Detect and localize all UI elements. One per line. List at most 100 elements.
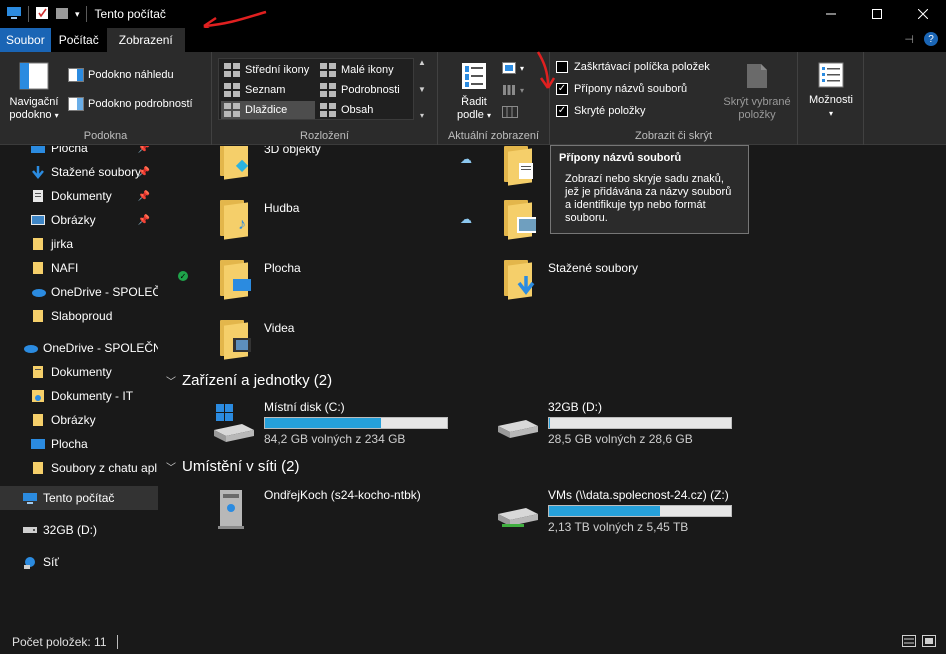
nav-item-drive-d[interactable]: 32GB (D:) <box>0 518 158 542</box>
group-by-icon <box>502 62 516 74</box>
nav-item-documents[interactable]: Dokumenty 📌 <box>0 184 158 208</box>
folder-music[interactable]: ♪ Hudba <box>218 196 299 240</box>
nav-item-slaboproud[interactable]: Slaboproud <box>0 304 158 328</box>
preview-pane-button[interactable]: Podokno náhledu <box>68 68 174 82</box>
layout-small-icons[interactable]: Malé ikony <box>317 61 397 79</box>
add-columns-button[interactable]: ▾ <box>502 84 524 96</box>
nav-item-documents-it[interactable]: Dokumenty - IT <box>0 384 158 408</box>
nav-item-chat-files[interactable]: Soubory z chatu apl <box>0 456 158 480</box>
view-switcher <box>902 634 936 650</box>
nav-item-downloads[interactable]: Stažené soubory 📌 <box>0 160 158 184</box>
sort-by-button[interactable]: Řadit podle ▾ <box>452 62 496 122</box>
layout-details-label: Podrobnosti <box>341 84 400 96</box>
hide-selected-items-button[interactable]: Skrýt vybrané položky <box>720 62 794 122</box>
folder-documents[interactable] <box>502 146 538 186</box>
help-icon[interactable]: ? <box>924 32 938 46</box>
hide-selected-label-1: Skrýt vybrané <box>723 96 791 108</box>
nav-item-jirka[interactable]: jirka <box>0 232 158 256</box>
network-computer-icon <box>212 488 256 532</box>
details-view-icon[interactable] <box>902 634 916 650</box>
layout-details[interactable]: Podrobnosti <box>317 81 403 99</box>
toolbar-separator <box>85 6 87 22</box>
drive-usage-bar <box>548 505 732 517</box>
item-checkboxes-toggle[interactable]: Zaškrtávací políčka položek <box>556 61 710 73</box>
layout-medium-icons[interactable]: Střední ikony <box>221 61 312 79</box>
nav-item-this-pc[interactable]: Tento počítač <box>0 486 158 510</box>
layout-tiles[interactable]: Dlaždice <box>221 101 315 119</box>
drive-d[interactable]: 32GB (D:) 28,5 GB volných z 28,6 GB <box>496 400 732 446</box>
list-icon <box>224 83 240 97</box>
nav-item-desktop[interactable]: Plocha 📌 <box>0 146 158 160</box>
nav-item-label: NAFI <box>51 261 79 275</box>
nav-item-network[interactable]: Síť <box>0 550 158 574</box>
nav-item-label: OneDrive - SPOLEČ <box>51 285 158 299</box>
file-extensions-toggle[interactable]: ✓ Přípony názvů souborů <box>556 83 687 95</box>
layout-list-label: Seznam <box>245 84 286 96</box>
nav-item-onedrive-pictures[interactable]: Obrázky <box>0 408 158 432</box>
nav-item-label: jirka <box>51 237 74 251</box>
folder-videos[interactable]: Videa <box>218 316 295 360</box>
nav-item-label: Síť <box>43 555 59 569</box>
nav-item-label: Soubory z chatu apl <box>51 461 158 475</box>
expand-gallery-icon[interactable]: ▾ <box>420 111 424 120</box>
tab-view[interactable]: Zobrazení <box>106 28 185 52</box>
file-extensions-label: Přípony názvů souborů <box>574 83 688 95</box>
layout-gallery-scroll[interactable]: ▲ ▼ ▾ <box>416 58 428 120</box>
scroll-down-icon[interactable]: ▼ <box>418 85 426 94</box>
network-drive-z[interactable]: VMs (\\data.spolecnost-24.cz) (Z:) 2,13 … <box>496 488 732 534</box>
this-pc-icon[interactable] <box>6 6 22 23</box>
section-devices[interactable]: ﹀ Zařízení a jednotky (2) <box>166 372 332 389</box>
tab-computer[interactable]: Počítač <box>51 28 107 52</box>
folder-label: Videa <box>264 321 295 335</box>
hidden-items-checkbox[interactable]: ✓ <box>556 105 568 117</box>
details-pane-button[interactable]: Podokno podrobností <box>68 97 193 111</box>
large-icons-view-icon[interactable] <box>922 634 936 650</box>
network-computer[interactable]: OndřejKoch (s24-kocho-ntbk) <box>212 488 421 532</box>
customize-toolbar-icon[interactable]: ▾ <box>75 9 80 20</box>
nav-item-onedrive-desktop[interactable]: Plocha <box>0 432 158 456</box>
navigation-pane-button[interactable]: Navigační podokno ▾ <box>6 62 62 122</box>
section-network-title: Umístění v síti (2) <box>182 458 300 475</box>
minimize-button[interactable] <box>808 0 854 28</box>
group-by-button[interactable]: ▾ <box>502 62 524 74</box>
tab-file[interactable]: Soubor <box>0 28 51 52</box>
folder-desktop[interactable]: Plocha <box>218 256 301 300</box>
pictures-icon <box>30 213 46 227</box>
network-name: VMs (\\data.spolecnost-24.cz) (Z:) <box>548 488 729 502</box>
folder-icon <box>30 237 46 251</box>
scroll-up-icon[interactable]: ▲ <box>418 58 426 67</box>
nav-item-onedrive-documents[interactable]: Dokumenty <box>0 360 158 384</box>
drive-c[interactable]: Místní disk (C:) 84,2 GB volných z 234 G… <box>212 400 448 446</box>
folder-downloads[interactable]: Stažené soubory <box>502 256 638 300</box>
folder-pictures[interactable] <box>502 196 538 240</box>
nav-item-label: 32GB (D:) <box>43 523 98 537</box>
nav-item-onedrive[interactable]: OneDrive - SPOLEČN <box>0 336 158 360</box>
drive-usage-fill <box>549 506 661 516</box>
maximize-button[interactable] <box>854 0 900 28</box>
options-button[interactable]: Možnosti ▾ <box>804 62 858 120</box>
onedrive-icon <box>22 341 38 355</box>
hidden-items-toggle[interactable]: ✓ Skryté položky <box>556 105 646 117</box>
tooltip-title: Přípony názvů souborů <box>559 152 682 164</box>
size-columns-button[interactable] <box>502 106 518 118</box>
drive-free-space: 2,13 TB volných z 5,45 TB <box>548 520 689 534</box>
nav-item-label: Stažené soubory <box>51 165 142 179</box>
properties-icon[interactable] <box>35 6 49 23</box>
tooltip-body: Zobrazí nebo skryje sadu znaků, jež je p… <box>565 173 732 224</box>
layout-content[interactable]: Obsah <box>317 101 376 119</box>
nav-item-onedrive-pinned[interactable]: OneDrive - SPOLEČ <box>0 280 158 304</box>
layout-list[interactable]: Seznam <box>221 81 288 99</box>
nav-item-label: Dokumenty <box>51 189 112 203</box>
nav-item-pictures[interactable]: Obrázky 📌 <box>0 208 158 232</box>
group-show-hide-label: Zobrazit či skrýt <box>634 130 712 142</box>
hidden-items-label: Skryté položky <box>574 105 646 117</box>
folder-3d-objects[interactable]: ◆ 3D objekty <box>218 146 321 180</box>
close-button[interactable] <box>900 0 946 28</box>
pin-ribbon-icon[interactable]: ⊣ <box>904 33 914 46</box>
nav-item-nafi[interactable]: NAFI <box>0 256 158 280</box>
add-columns-icon <box>503 85 515 95</box>
layout-small-icons-label: Malé ikony <box>341 64 394 76</box>
preview-pane-label: Podokno náhledu <box>88 69 174 81</box>
new-folder-icon[interactable] <box>55 6 69 23</box>
section-network[interactable]: ﹀ Umístění v síti (2) <box>166 458 300 475</box>
